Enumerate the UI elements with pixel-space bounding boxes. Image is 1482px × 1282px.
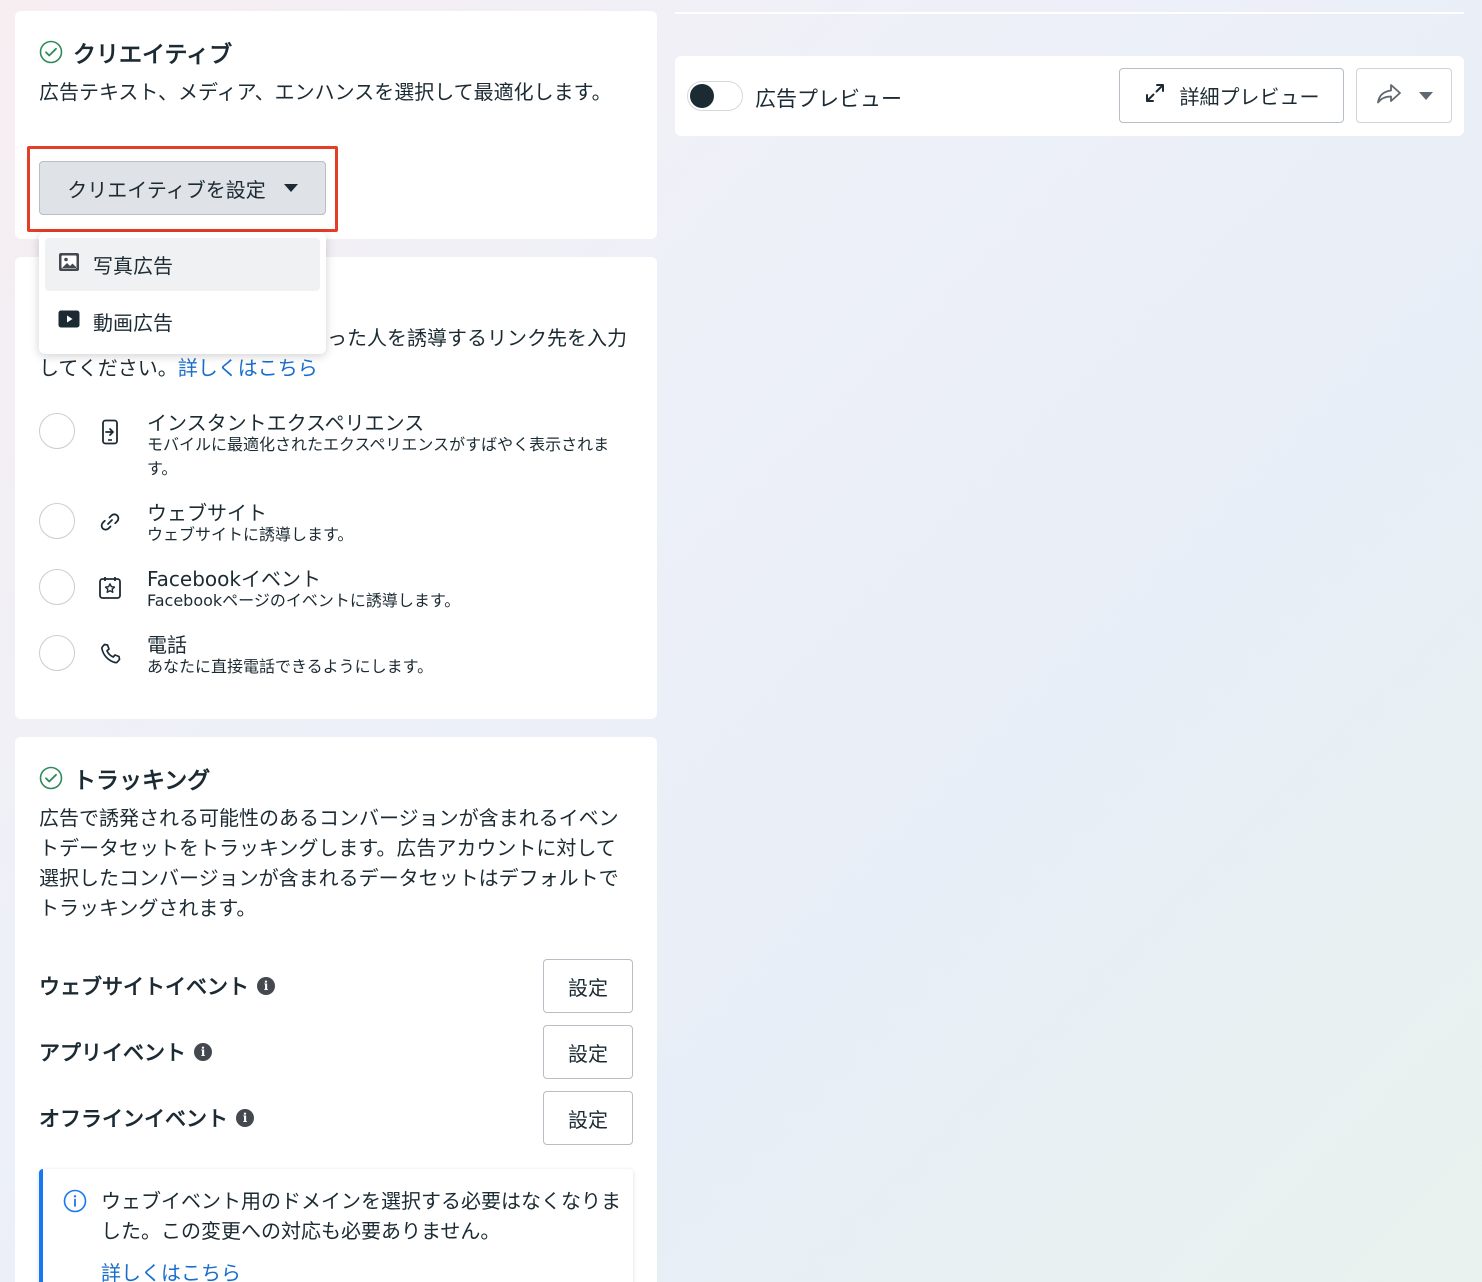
mobile-screen-icon bbox=[97, 419, 123, 445]
tracking-title: トラッキング bbox=[73, 768, 211, 794]
share-button[interactable] bbox=[1356, 68, 1452, 123]
radio-button[interactable] bbox=[39, 413, 75, 449]
offline-events-label: オフラインイベント i bbox=[39, 1103, 254, 1133]
top-divider bbox=[675, 12, 1464, 14]
notice-learn-more-link[interactable]: 詳しくはこちら bbox=[101, 1257, 241, 1282]
radio-button[interactable] bbox=[39, 503, 75, 539]
check-circle-icon bbox=[39, 40, 63, 64]
info-icon[interactable]: i bbox=[257, 977, 275, 995]
tracking-section-title: トラッキング bbox=[39, 761, 210, 795]
notice-text: ウェブイベント用のドメインを選択する必要はなくなりました。この変更への対応も必要… bbox=[101, 1189, 621, 1243]
app-events-row: アプリイベント i 設定 bbox=[39, 1025, 633, 1079]
set-creative-button-label: クリエイティブを設定 bbox=[67, 177, 266, 202]
option-title: インスタントエクスペリエンス bbox=[147, 411, 425, 435]
menu-item-label: 動画広告 bbox=[93, 311, 173, 335]
detail-preview-button[interactable]: 詳細プレビュー bbox=[1119, 68, 1344, 123]
option-subtitle: あなたに直接電話できるようにします。 bbox=[147, 657, 434, 676]
radio-button[interactable] bbox=[39, 635, 75, 671]
info-icon[interactable]: i bbox=[236, 1109, 254, 1127]
tracking-card: トラッキング 広告で誘発される可能性のあるコンバージョンが含まれるイベントデータ… bbox=[15, 737, 657, 1282]
row-label-text: オフラインイベント bbox=[39, 1107, 228, 1131]
option-title: ウェブサイト bbox=[147, 501, 267, 525]
event-star-icon bbox=[97, 575, 123, 601]
info-outline-icon bbox=[63, 1189, 87, 1217]
creative-dropdown-menu: 写真広告 動画広告 bbox=[39, 232, 326, 354]
option-subtitle: モバイルに最適化されたエクスペリエンスがすばやく表示されます。 bbox=[147, 435, 610, 478]
option-subtitle: ウェブサイトに誘導します。 bbox=[147, 525, 354, 544]
website-events-label: ウェブサイトイベント i bbox=[39, 971, 275, 1001]
video-icon bbox=[57, 307, 81, 336]
menu-item-label: 写真広告 bbox=[93, 254, 173, 278]
creative-section-title: クリエイティブ bbox=[39, 35, 232, 69]
app-events-setting-button[interactable]: 設定 bbox=[543, 1025, 633, 1079]
app-events-label: アプリイベント i bbox=[39, 1037, 212, 1067]
row-label-text: アプリイベント bbox=[39, 1041, 186, 1065]
option-title: 電話 bbox=[147, 633, 187, 657]
check-circle-icon bbox=[39, 766, 63, 790]
option-title: Facebookイベント bbox=[147, 567, 321, 591]
expand-icon bbox=[1144, 82, 1166, 109]
learn-more-link[interactable]: 詳しくはこちら bbox=[178, 356, 318, 380]
option-subtitle: Facebookページのイベントに誘導します。 bbox=[147, 591, 461, 610]
tracking-description: 広告で誘発される可能性のあるコンバージョンが含まれるイベントデータセットをトラッ… bbox=[39, 806, 619, 920]
offline-events-setting-button[interactable]: 設定 bbox=[543, 1091, 633, 1145]
share-arrow-icon bbox=[1375, 82, 1403, 110]
destination-description-text: してください。 bbox=[39, 356, 178, 380]
radio-button[interactable] bbox=[39, 569, 75, 605]
toggle-knob bbox=[690, 84, 714, 108]
link-icon bbox=[97, 509, 123, 535]
creative-title: クリエイティブ bbox=[73, 42, 233, 68]
menu-item-photo-ad[interactable]: 写真広告 bbox=[45, 238, 320, 291]
offline-events-row: オフラインイベント i 設定 bbox=[39, 1091, 633, 1145]
photo-icon bbox=[57, 250, 81, 279]
menu-item-video-ad[interactable]: 動画広告 bbox=[45, 295, 320, 348]
row-label-text: ウェブサイトイベント bbox=[39, 975, 249, 999]
ad-preview-toggle[interactable] bbox=[687, 81, 743, 111]
ad-preview-bar: 広告プレビュー 詳細プレビュー bbox=[675, 56, 1464, 136]
phone-icon bbox=[97, 641, 123, 667]
website-events-setting-button[interactable]: 設定 bbox=[543, 959, 633, 1013]
creative-description: 広告テキスト、メディア、エンハンスを選択して最適化します。 bbox=[39, 80, 612, 104]
chevron-down-icon bbox=[1419, 91, 1433, 100]
caret-down-icon bbox=[283, 184, 298, 192]
set-creative-button[interactable]: クリエイティブを設定 bbox=[39, 161, 326, 215]
domain-notice: ウェブイベント用のドメインを選択する必要はなくなりました。この変更への対応も必要… bbox=[39, 1169, 633, 1282]
ad-preview-label: 広告プレビュー bbox=[755, 87, 902, 111]
info-icon[interactable]: i bbox=[194, 1043, 212, 1061]
detail-preview-label: 詳細プレビュー bbox=[1179, 85, 1320, 109]
website-events-row: ウェブサイトイベント i 設定 bbox=[39, 959, 633, 1013]
destination-description-line2: してください。詳しくはこちら bbox=[39, 353, 629, 383]
